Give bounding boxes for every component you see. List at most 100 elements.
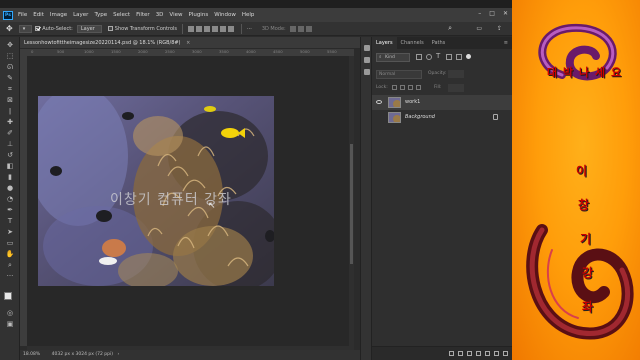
workspace-icon[interactable]: ▭	[476, 25, 482, 32]
menu-image[interactable]: Image	[50, 12, 67, 18]
vertical-scrollbar[interactable]	[349, 56, 354, 346]
frame-tool-icon[interactable]: ⊠	[5, 96, 15, 104]
more-options-icon[interactable]: ···	[247, 26, 252, 32]
healing-tool-icon[interactable]: ✚	[5, 118, 15, 126]
filter-shape-icon[interactable]	[446, 54, 452, 60]
kind-filter-dropdown[interactable]: ⌕ Kind	[376, 53, 410, 62]
menu-edit[interactable]: Edit	[33, 12, 44, 18]
share-icon[interactable]: ⇪	[497, 25, 502, 32]
layer-style-icon[interactable]	[458, 351, 463, 356]
filter-smart-object-icon[interactable]	[456, 54, 462, 60]
menu-file[interactable]: File	[18, 12, 27, 18]
auto-select-checkbox[interactable]	[35, 26, 41, 31]
lock-artboard-icon[interactable]	[408, 85, 413, 90]
menu-view[interactable]: View	[169, 12, 182, 18]
dodge-tool-icon[interactable]: ◔	[5, 195, 15, 203]
tab-layers[interactable]: Layers	[372, 37, 397, 49]
3d-roll-icon[interactable]	[297, 25, 304, 32]
clone-stamp-tool-icon[interactable]: ⊥	[5, 140, 15, 148]
new-layer-icon[interactable]	[494, 351, 499, 356]
link-layers-icon[interactable]	[449, 351, 454, 356]
zoom-tool-icon[interactable]: ⌕	[5, 261, 15, 269]
tab-channels[interactable]: Channels	[397, 37, 428, 49]
tool-preset-dropdown[interactable]: ▾	[18, 24, 33, 33]
3d-rotate-icon[interactable]	[289, 25, 296, 32]
quick-select-tool-icon[interactable]: ✎	[5, 74, 15, 82]
gradient-tool-icon[interactable]: ▮	[5, 173, 15, 181]
align-center-icon[interactable]	[196, 25, 203, 32]
lock-position-icon[interactable]	[400, 85, 405, 90]
panel-menu-icon[interactable]: ≡	[500, 37, 512, 49]
tab-paths[interactable]: Paths	[428, 37, 450, 49]
minimize-icon[interactable]: –	[478, 10, 481, 17]
maximize-icon[interactable]: □	[489, 10, 495, 17]
layer-row-background[interactable]: Background	[372, 110, 512, 125]
close-icon[interactable]: ✕	[503, 10, 508, 17]
panel-icon-strip	[360, 37, 372, 360]
filter-toggle-icon[interactable]	[466, 54, 471, 59]
new-group-icon[interactable]	[485, 351, 490, 356]
delete-layer-icon[interactable]	[503, 351, 508, 356]
history-panel-icon[interactable]	[364, 45, 370, 51]
align-right-icon[interactable]	[204, 25, 211, 32]
add-mask-icon[interactable]	[467, 351, 472, 356]
lock-all-icon[interactable]	[416, 85, 421, 90]
crop-tool-icon[interactable]: ⌗	[5, 85, 15, 93]
menu-type[interactable]: Type	[94, 12, 107, 18]
move-tool-icon[interactable]: ✥	[5, 41, 15, 49]
pen-tool-icon[interactable]: ✒	[5, 206, 15, 214]
adjustment-layer-icon[interactable]	[476, 351, 481, 356]
close-tab-icon[interactable]: ×	[186, 40, 190, 46]
status-arrow-icon[interactable]: ›	[117, 352, 119, 357]
filter-pixel-icon[interactable]	[416, 54, 422, 60]
menu-layer[interactable]: Layer	[73, 12, 88, 18]
opacity-field[interactable]	[448, 70, 464, 78]
document-tab[interactable]: Lessonhowtofittheimagesize20220114.psd @…	[20, 37, 360, 49]
align-middle-icon[interactable]	[220, 25, 227, 32]
banner-char: 강	[582, 266, 594, 280]
blend-mode-dropdown[interactable]: Normal	[376, 70, 422, 79]
filter-adjustment-icon[interactable]	[426, 54, 432, 60]
visibility-eye-icon[interactable]	[376, 100, 382, 104]
type-tool-icon[interactable]: T	[5, 217, 15, 225]
brush-tool-icon[interactable]: ✐	[5, 129, 15, 137]
screen-mode-icon[interactable]: ▣	[5, 320, 15, 328]
align-top-icon[interactable]	[212, 25, 219, 32]
history-brush-tool-icon[interactable]: ↺	[5, 151, 15, 159]
properties-panel-icon[interactable]	[364, 57, 370, 63]
auto-select-target-dropdown[interactable]: Layer	[76, 24, 102, 33]
lock-pixels-icon[interactable]	[392, 85, 397, 90]
photoshop-window: Ps File Edit Image Layer Type Select Fil…	[0, 0, 512, 360]
filter-type-icon[interactable]: T	[436, 52, 440, 60]
eraser-tool-icon[interactable]: ◧	[5, 162, 15, 170]
rectangle-tool-icon[interactable]: ▭	[5, 239, 15, 247]
align-bottom-icon[interactable]	[228, 25, 235, 32]
quick-mask-icon[interactable]: ◎	[5, 309, 15, 317]
menu-select[interactable]: Select	[113, 12, 130, 18]
adjustments-panel-icon[interactable]	[364, 69, 370, 75]
menu-window[interactable]: Window	[214, 12, 236, 18]
align-left-icon[interactable]	[188, 25, 195, 32]
menu-plugins[interactable]: Plugins	[188, 12, 208, 18]
menu-filter[interactable]: Filter	[136, 12, 150, 18]
path-select-tool-icon[interactable]: ➤	[5, 228, 15, 236]
hand-tool-icon[interactable]: ✋	[5, 250, 15, 258]
move-tool-icon[interactable]: ✥	[6, 24, 13, 33]
more-tools-icon[interactable]: ···	[5, 272, 15, 280]
foreground-color-swatch[interactable]	[4, 292, 12, 300]
menu-3d[interactable]: 3D	[156, 12, 164, 18]
marquee-tool-icon[interactable]: ⬚	[5, 52, 15, 60]
show-transform-checkbox[interactable]	[107, 26, 113, 31]
lasso-tool-icon[interactable]: ᘏ	[5, 63, 15, 71]
menu-help[interactable]: Help	[242, 12, 255, 18]
fill-label: Fill:	[434, 85, 442, 90]
blur-tool-icon[interactable]: ●	[5, 184, 15, 192]
eyedropper-tool-icon[interactable]: ǀ	[5, 107, 15, 115]
zoom-level[interactable]: 18.08%	[23, 352, 40, 357]
fill-field[interactable]	[448, 84, 464, 92]
search-icon[interactable]: ⌕	[448, 24, 452, 33]
blend-row: Normal Opacity:	[372, 70, 512, 80]
layer-row-work1[interactable]: work1	[372, 95, 512, 110]
3d-pan-icon[interactable]	[305, 25, 312, 32]
scroll-thumb[interactable]	[350, 144, 353, 264]
